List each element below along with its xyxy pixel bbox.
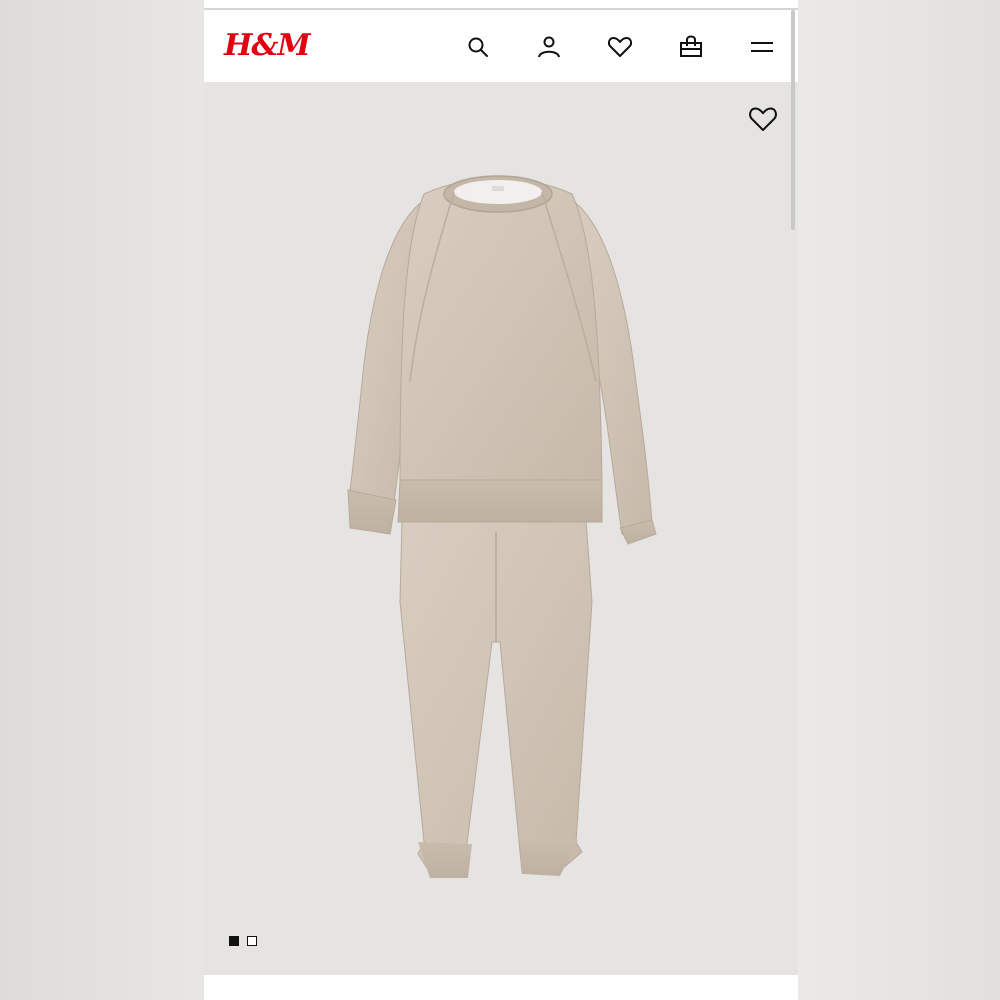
scrollbar[interactable]	[791, 10, 795, 230]
brand-logo[interactable]: H&M	[224, 28, 311, 63]
product-illustration	[347, 175, 657, 878]
product-image[interactable]	[204, 82, 798, 975]
add-to-favorites-button[interactable]	[746, 102, 780, 136]
bottom-area	[204, 975, 798, 1000]
carousel-dot-2[interactable]	[247, 936, 257, 946]
shopping-bag-icon[interactable]	[676, 32, 706, 62]
carousel-dot-1[interactable]	[229, 936, 239, 946]
pants-shape	[399, 519, 593, 878]
search-icon[interactable]	[463, 32, 493, 62]
top-divider	[204, 8, 798, 10]
site-header: H&M	[204, 12, 798, 82]
favorites-icon[interactable]	[605, 32, 635, 62]
account-icon[interactable]	[534, 32, 564, 62]
mobile-screen: H&M	[204, 0, 798, 1000]
menu-icon[interactable]	[747, 32, 777, 62]
sweatshirt-shape	[347, 175, 657, 545]
carousel-indicator	[229, 936, 257, 946]
